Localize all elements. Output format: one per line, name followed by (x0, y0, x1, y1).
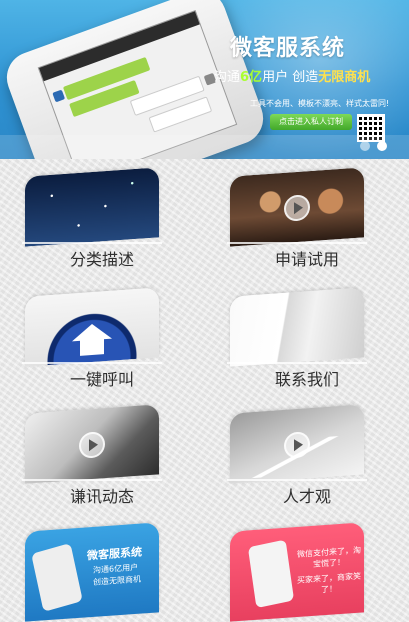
banner-caption-strip (0, 135, 409, 159)
custom-order-button[interactable]: 点击进入私人订制 (270, 114, 352, 130)
home-icon (72, 323, 112, 358)
tile-shelf (22, 242, 162, 244)
carousel-dots[interactable] (360, 141, 387, 151)
banner-subtitle: 沟通6亿用户 创造无限商机 (214, 66, 370, 85)
tile-category[interactable]: 分类描述 (0, 160, 204, 270)
banner-title: 微客服系统 (230, 36, 346, 61)
tile-shelf (227, 479, 367, 481)
paper-thumb (230, 287, 364, 367)
tile-trial[interactable]: 申请试用 (205, 160, 409, 270)
tile-talent[interactable]: 人才观 (205, 397, 409, 507)
tile-call[interactable]: 一键呼叫 (0, 280, 204, 390)
tile-label: 谦讯动态 (69, 487, 134, 506)
carousel-dot-active[interactable] (377, 141, 387, 151)
phone-illustration (247, 539, 295, 609)
promo-line: 买家来了，商家笑了！ (297, 571, 361, 595)
tile-news[interactable]: 谦讯动态 (0, 397, 204, 507)
banner-note: 工具不会用、模板不漂亮、样式太雷同! (250, 99, 390, 108)
meeting-thumb (230, 167, 364, 247)
promo-thumb: 微信支付来了，淘宝慌了！ 买家来了，商家笑了！ (230, 522, 364, 622)
subtitle-highlight: 6亿 (240, 70, 263, 85)
avatar (52, 89, 66, 103)
subtitle-middle: 用户 创造 (262, 70, 319, 85)
talent-thumb (230, 404, 364, 484)
tile-label: 一键呼叫 (69, 370, 134, 389)
tile-shelf (227, 362, 367, 364)
tile-contact[interactable]: 联系我们 (205, 280, 409, 390)
subtitle-prefix: 沟通 (214, 70, 241, 85)
tile-shelf (22, 479, 162, 481)
promo-thumb: 微客服系统 沟通6亿用户 创造无限商机 (25, 522, 159, 622)
tile-label: 申请试用 (274, 250, 339, 269)
promo-title: 微客服系统 (87, 545, 142, 563)
promo-line: 创造无限商机 (93, 574, 141, 587)
news-thumb (25, 404, 159, 484)
play-icon (79, 431, 105, 460)
play-icon (284, 194, 310, 223)
phone-illustration (31, 543, 83, 612)
tile-label: 联系我们 (274, 370, 339, 389)
tile-label: 人才观 (282, 487, 331, 506)
carousel-dot[interactable] (360, 141, 370, 151)
promo-title: 微信支付来了，淘宝慌了！ (297, 545, 361, 569)
starry-sky-thumb (25, 167, 159, 247)
tile-shelf (22, 362, 162, 364)
tile-shelf (227, 242, 367, 244)
home-thumb (25, 287, 159, 367)
subtitle-highlight: 无限商机 (318, 70, 371, 85)
tile-label: 分类描述 (69, 250, 134, 269)
promo-banner[interactable]: 微客服系统 沟通6亿用户 创造无限商机 工具不会用、模板不漂亮、样式太雷同! 点… (0, 0, 409, 159)
tile-promo-2[interactable]: 微信支付来了，淘宝慌了！ 买家来了，商家笑了！ (205, 515, 409, 622)
tile-promo-1[interactable]: 微客服系统 沟通6亿用户 创造无限商机 (0, 515, 204, 622)
